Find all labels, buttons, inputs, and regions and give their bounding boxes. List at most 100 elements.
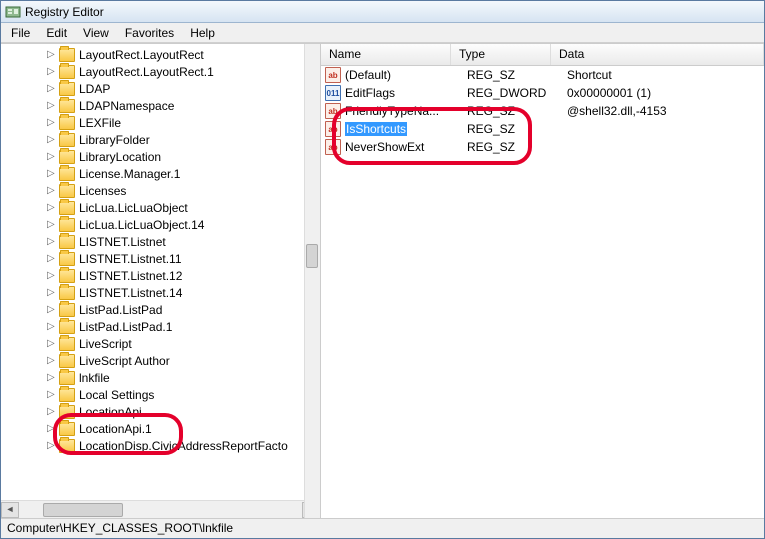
folder-icon	[59, 405, 75, 419]
tree-item[interactable]: ▷Local Settings	[1, 386, 320, 403]
folder-icon	[59, 320, 75, 334]
expander-icon[interactable]: ▷	[47, 203, 57, 213]
expander-icon[interactable]: ▷	[47, 186, 57, 196]
column-header-data[interactable]: Data	[551, 44, 764, 65]
titlebar[interactable]: Registry Editor	[1, 1, 764, 23]
value-name: (Default)	[345, 68, 467, 82]
tree-item[interactable]: ▷lnkfile	[1, 369, 320, 386]
hscroll-thumb[interactable]	[43, 503, 123, 517]
tree-item[interactable]: ▷LibraryLocation	[1, 148, 320, 165]
expander-icon[interactable]: ▷	[47, 390, 57, 400]
expander-icon[interactable]: ▷	[47, 237, 57, 247]
menu-view[interactable]: View	[75, 24, 117, 42]
tree-item-label: LISTNET.Listnet.12	[79, 269, 182, 283]
value-type: REG_SZ	[467, 122, 567, 136]
expander-icon[interactable]: ▷	[47, 101, 57, 111]
tree-item[interactable]: ▷LiveScript Author	[1, 352, 320, 369]
tree-item[interactable]: ▷ LDAPNamespace	[1, 97, 320, 114]
list-row[interactable]: 011EditFlagsREG_DWORD0x00000001 (1)	[321, 84, 764, 102]
tree-hscrollbar[interactable]: ◄ ►	[1, 500, 320, 518]
expander-icon[interactable]: ▷	[47, 152, 57, 162]
tree-item[interactable]: ▷LISTNET.Listnet.11	[1, 250, 320, 267]
tree-item-label: LayoutRect.LayoutRect	[79, 48, 204, 62]
list-row[interactable]: abIsShortcutsREG_SZ	[321, 120, 764, 138]
tree-item-label: LicLua.LicLuaObject.14	[79, 218, 204, 232]
list-row[interactable]: abNeverShowExtREG_SZ	[321, 138, 764, 156]
tree-item-label: Licenses	[79, 184, 126, 198]
folder-icon	[59, 354, 75, 368]
folder-icon	[59, 286, 75, 300]
list-row[interactable]: abFriendlyTypeNa...REG_SZ@shell32.dll,-4…	[321, 102, 764, 120]
tree-body[interactable]: ▷ LayoutRect.LayoutRect▷LayoutRect.Layout…	[1, 44, 320, 500]
expander-icon[interactable]: ▷	[47, 84, 57, 94]
expander-icon[interactable]: ▷	[47, 50, 57, 60]
tree-item[interactable]: ▷ ListPad.ListPad	[1, 301, 320, 318]
column-header-name[interactable]: Name	[321, 44, 451, 65]
tree-item[interactable]: ▷LicLua.LicLuaObject	[1, 199, 320, 216]
expander-icon[interactable]: ▷	[47, 67, 57, 77]
expander-icon[interactable]: ▷	[47, 254, 57, 264]
expander-icon[interactable]: ▷	[47, 118, 57, 128]
folder-icon	[59, 150, 75, 164]
tree-item-label: ListPad.ListPad	[79, 303, 162, 317]
string-value-icon: ab	[325, 67, 341, 83]
tree-item[interactable]: ▷ LiveScript	[1, 335, 320, 352]
value-type: REG_SZ	[467, 104, 567, 118]
expander-icon[interactable]: ▷	[47, 271, 57, 281]
value-data: @shell32.dll,-4153	[567, 104, 764, 118]
expander-icon[interactable]: ▷	[47, 305, 57, 315]
tree-item-label: LiveScript	[79, 337, 132, 351]
tree-item-label: ListPad.ListPad.1	[79, 320, 172, 334]
list-body[interactable]: ab(Default)REG_SZShortcut011EditFlagsREG…	[321, 66, 764, 518]
menu-help[interactable]: Help	[182, 24, 223, 42]
tree-item[interactable]: ▷LEXFile	[1, 114, 320, 131]
expander-icon[interactable]: ▷	[47, 322, 57, 332]
menu-file[interactable]: File	[3, 24, 38, 42]
value-data: 0x00000001 (1)	[567, 86, 764, 100]
expander-icon[interactable]: ▷	[47, 339, 57, 349]
tree-item[interactable]: ▷ LayoutRect.LayoutRect	[1, 46, 320, 63]
menu-edit[interactable]: Edit	[38, 24, 75, 42]
tree-item[interactable]: ▷LDAP	[1, 80, 320, 97]
folder-icon	[59, 269, 75, 283]
value-name: IsShortcuts	[345, 122, 467, 136]
expander-icon[interactable]: ▷	[47, 169, 57, 179]
tree-item[interactable]: ▷LISTNET.Listnet	[1, 233, 320, 250]
column-header-type[interactable]: Type	[451, 44, 551, 65]
tree-item[interactable]: ▷ ListPad.ListPad.1	[1, 318, 320, 335]
tree-item-label: License.Manager.1	[79, 167, 180, 181]
value-type: REG_SZ	[467, 68, 567, 82]
expander-icon[interactable]: ▷	[47, 356, 57, 366]
tree-item[interactable]: ▷LibraryFolder	[1, 131, 320, 148]
tree-item[interactable]: ▷LocationDisp.CivicAddressReportFacto	[1, 437, 320, 454]
expander-icon[interactable]: ▷	[47, 220, 57, 230]
expander-icon[interactable]: ▷	[47, 407, 57, 417]
tree-item[interactable]: ▷LocationApi.1	[1, 420, 320, 437]
expander-icon[interactable]: ▷	[47, 135, 57, 145]
tree-item[interactable]: ▷LayoutRect.LayoutRect.1	[1, 63, 320, 80]
tree-item-label: LDAPNamespace	[79, 99, 174, 113]
list-row[interactable]: ab(Default)REG_SZShortcut	[321, 66, 764, 84]
value-name-editing[interactable]: IsShortcuts	[345, 122, 407, 136]
menubar: File Edit View Favorites Help	[1, 23, 764, 43]
expander-icon[interactable]: ▷	[47, 373, 57, 383]
tree-vscrollbar[interactable]	[304, 44, 320, 518]
string-value-icon: ab	[325, 103, 341, 119]
expander-icon[interactable]: ▷	[47, 424, 57, 434]
hscroll-track[interactable]	[19, 502, 302, 518]
folder-icon	[59, 65, 75, 79]
folder-icon	[59, 252, 75, 266]
tree-item[interactable]: ▷ LicLua.LicLuaObject.14	[1, 216, 320, 233]
folder-icon	[59, 371, 75, 385]
expander-icon[interactable]: ▷	[47, 441, 57, 451]
hscroll-left-button[interactable]: ◄	[1, 502, 19, 518]
menu-favorites[interactable]: Favorites	[117, 24, 182, 42]
tree-vscroll-thumb[interactable]	[306, 244, 318, 268]
tree-item[interactable]: ▷LocationApi	[1, 403, 320, 420]
tree-item[interactable]: ▷LISTNET.Listnet.14	[1, 284, 320, 301]
tree-item[interactable]: ▷ LISTNET.Listnet.12	[1, 267, 320, 284]
expander-icon[interactable]: ▷	[47, 288, 57, 298]
folder-icon	[59, 303, 75, 317]
tree-item[interactable]: ▷ Licenses	[1, 182, 320, 199]
tree-item[interactable]: ▷ License.Manager.1	[1, 165, 320, 182]
